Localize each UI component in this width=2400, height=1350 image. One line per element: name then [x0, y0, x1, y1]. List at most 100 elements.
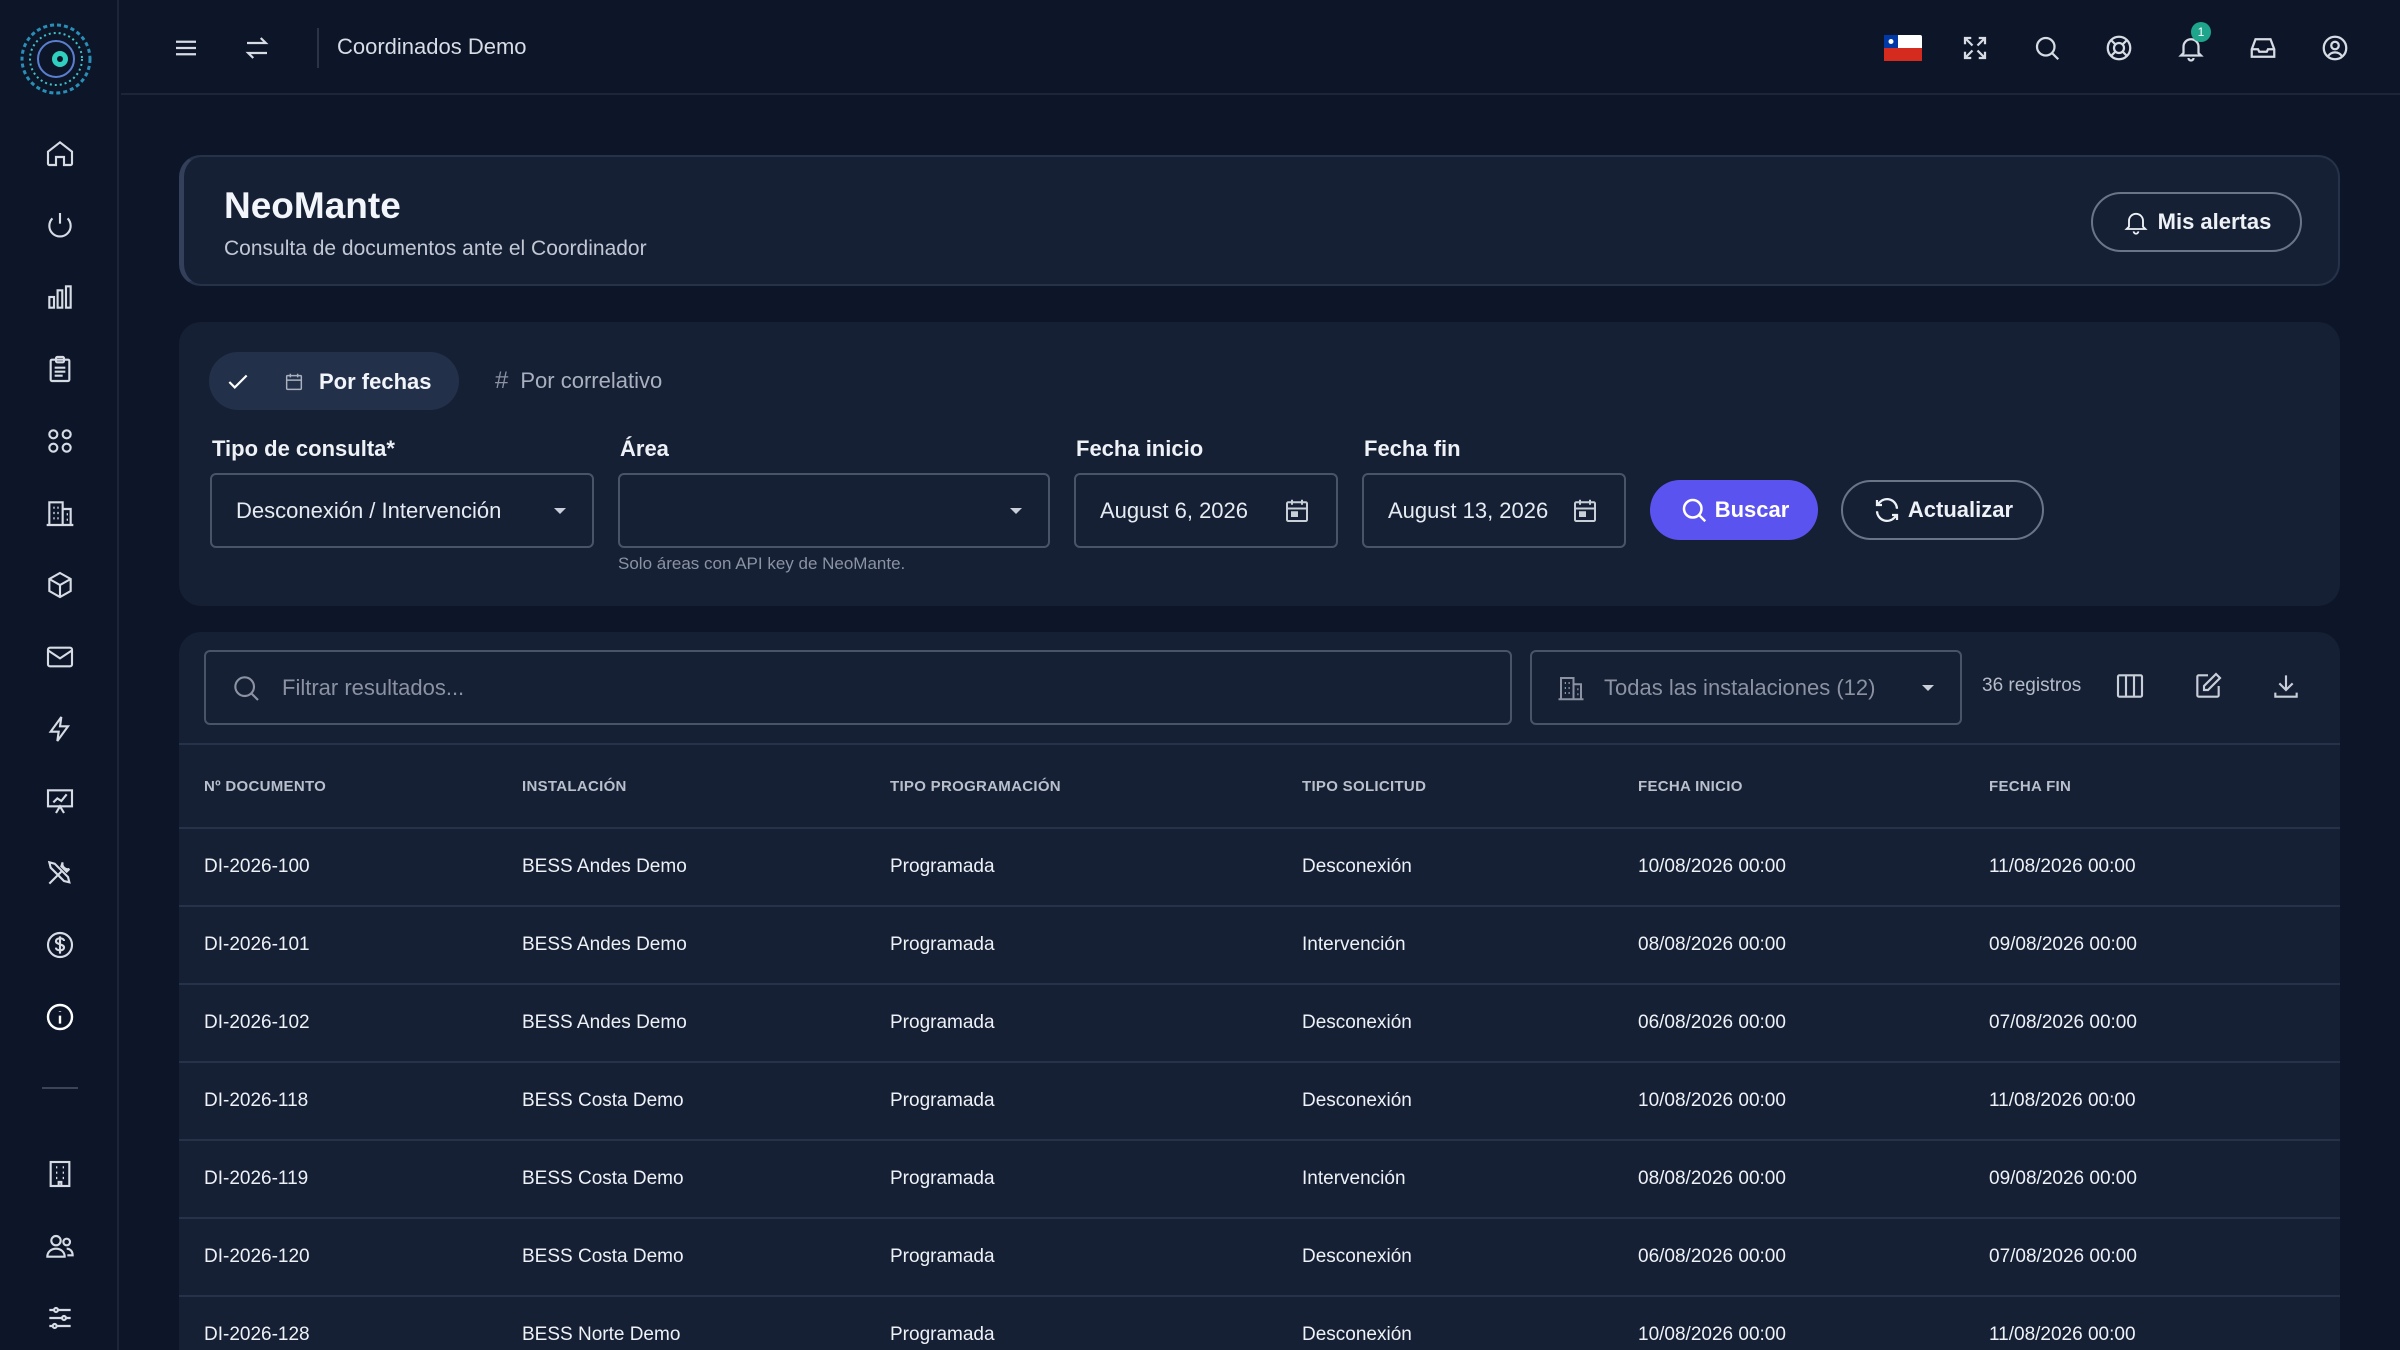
inbox-icon[interactable]: [2243, 28, 2283, 68]
column-header[interactable]: FECHA FIN: [1989, 743, 2340, 829]
power-icon[interactable]: [40, 205, 80, 245]
tools-icon[interactable]: [40, 853, 80, 893]
switch-arrows-icon[interactable]: [237, 28, 277, 68]
tab-por-fechas[interactable]: Por fechas: [209, 352, 459, 410]
tab-por-correlativo[interactable]: # Por correlativo: [495, 352, 662, 410]
table-cell: DI-2026-100: [179, 828, 522, 907]
table-cell: Intervención: [1302, 906, 1638, 985]
table-cell: DI-2026-120: [179, 1218, 522, 1297]
installations-select[interactable]: Todas las instalaciones (12): [1530, 650, 1962, 725]
app-logo[interactable]: [18, 18, 94, 100]
sidebar: [0, 0, 119, 1350]
my-alerts-label: Mis alertas: [2157, 209, 2272, 234]
search-icon[interactable]: [2027, 28, 2067, 68]
topbar: Coordinados Demo 1: [121, 0, 2400, 95]
column-header[interactable]: Nº DOCUMENTO: [179, 743, 522, 829]
calendar-icon[interactable]: [1570, 496, 1600, 526]
tipo-consulta-select[interactable]: Desconexión / Intervención: [210, 473, 594, 548]
column-header[interactable]: FECHA INICIO: [1638, 743, 1989, 829]
caret-down-icon: [1008, 506, 1024, 516]
fecha-inicio-input[interactable]: August 6, 2026: [1074, 473, 1338, 548]
fullscreen-icon[interactable]: [1955, 28, 1995, 68]
table-cell: DI-2026-102: [179, 984, 522, 1063]
table-row[interactable]: DI-2026-120 BESS Costa Demo Programada D…: [179, 1218, 2340, 1297]
table-cell: 10/08/2026 00:00: [1638, 828, 1989, 907]
table-cell: DI-2026-119: [179, 1140, 522, 1219]
settings-sliders-icon[interactable]: [40, 1298, 80, 1338]
page-title: NeoMante: [224, 185, 401, 226]
table-cell: Desconexión: [1302, 984, 1638, 1063]
mail-icon[interactable]: [40, 637, 80, 677]
table-row[interactable]: DI-2026-119 BESS Costa Demo Programada I…: [179, 1140, 2340, 1219]
installations-value: Todas las instalaciones (12): [1604, 674, 1876, 700]
columns-icon[interactable]: [2110, 666, 2150, 706]
area-select[interactable]: [618, 473, 1050, 548]
table-header-row: Nº DOCUMENTO INSTALACIÓN TIPO PROGRAMACI…: [179, 743, 2340, 829]
download-icon[interactable]: [2266, 666, 2306, 706]
table-cell: 11/08/2026 00:00: [1989, 1062, 2340, 1141]
bell-icon[interactable]: 1: [2171, 22, 2211, 68]
my-alerts-button[interactable]: Mis alertas: [2091, 192, 2302, 252]
column-header[interactable]: TIPO PROGRAMACIÓN: [890, 743, 1302, 829]
search-button[interactable]: Buscar: [1650, 480, 1818, 540]
table-cell: Desconexión: [1302, 1218, 1638, 1297]
column-header[interactable]: TIPO SOLICITUD: [1302, 743, 1638, 829]
table-row[interactable]: DI-2026-101 BESS Andes Demo Programada I…: [179, 906, 2340, 985]
refresh-icon: [1872, 495, 1902, 525]
info-icon[interactable]: [40, 997, 80, 1037]
fecha-inicio-value: August 6, 2026: [1100, 497, 1249, 523]
office-building-icon[interactable]: [40, 1154, 80, 1194]
table-cell: 07/08/2026 00:00: [1989, 1218, 2340, 1297]
results-table: Nº DOCUMENTO INSTALACIÓN TIPO PROGRAMACI…: [179, 743, 2340, 1350]
table-cell: 10/08/2026 00:00: [1638, 1296, 1989, 1350]
fecha-inicio-label: Fecha inicio: [1076, 436, 1204, 461]
box-icon[interactable]: [40, 565, 80, 605]
table-cell: Programada: [890, 1140, 1302, 1219]
table-cell: 09/08/2026 00:00: [1989, 1140, 2340, 1219]
menu-icon[interactable]: [166, 28, 206, 68]
calendar-icon: [283, 371, 305, 393]
filter-results-box[interactable]: [204, 650, 1512, 725]
table-cell: 06/08/2026 00:00: [1638, 984, 1989, 1063]
search-icon: [1679, 495, 1709, 525]
table-row[interactable]: DI-2026-128 BESS Norte Demo Programada D…: [179, 1296, 2340, 1350]
table-cell: DI-2026-101: [179, 906, 522, 985]
query-form-card: Por fechas # Por correlativo Tipo de con…: [179, 322, 2340, 606]
table-cell: DI-2026-128: [179, 1296, 522, 1350]
table-cell: Desconexión: [1302, 1296, 1638, 1350]
table-cell: Programada: [890, 984, 1302, 1063]
user-account-icon[interactable]: [2315, 28, 2355, 68]
table-row[interactable]: DI-2026-100 BESS Andes Demo Programada D…: [179, 828, 2340, 907]
results-card: Todas las instalaciones (12) 36 registro…: [179, 632, 2340, 1350]
table-cell: Programada: [890, 1062, 1302, 1141]
users-icon[interactable]: [40, 1226, 80, 1266]
refresh-button[interactable]: Actualizar: [1841, 480, 2044, 540]
dollar-icon[interactable]: [40, 925, 80, 965]
table-cell: BESS Costa Demo: [522, 1218, 890, 1297]
table-row[interactable]: DI-2026-118 BESS Costa Demo Programada D…: [179, 1062, 2340, 1141]
bar-chart-icon[interactable]: [40, 277, 80, 317]
lightning-icon[interactable]: [40, 709, 80, 749]
table-row[interactable]: DI-2026-102 BESS Andes Demo Programada D…: [179, 984, 2340, 1063]
fecha-fin-input[interactable]: August 13, 2026: [1362, 473, 1626, 548]
lifebuoy-icon[interactable]: [2099, 28, 2139, 68]
edit-icon[interactable]: [2188, 666, 2228, 706]
tab-por-correlativo-label: Por correlativo: [520, 368, 663, 393]
home-icon[interactable]: [40, 133, 80, 173]
table-cell: 11/08/2026 00:00: [1989, 1296, 2340, 1350]
search-button-label: Buscar: [1714, 497, 1790, 522]
table-cell: 06/08/2026 00:00: [1638, 1218, 1989, 1297]
table-cell: 10/08/2026 00:00: [1638, 1062, 1989, 1141]
search-icon: [230, 672, 262, 704]
building-icon[interactable]: [40, 493, 80, 533]
chile-flag-icon[interactable]: [1883, 28, 1923, 68]
table-cell: Programada: [890, 828, 1302, 907]
presentation-chart-icon[interactable]: [40, 781, 80, 821]
calendar-icon[interactable]: [1282, 496, 1312, 526]
filter-results-input[interactable]: [282, 674, 1482, 701]
clipboard-icon[interactable]: [40, 349, 80, 389]
tipo-consulta-value: Desconexión / Intervención: [236, 497, 502, 523]
hash-icon: #: [495, 367, 509, 394]
grid-icon[interactable]: [40, 421, 80, 461]
column-header[interactable]: INSTALACIÓN: [522, 743, 890, 829]
